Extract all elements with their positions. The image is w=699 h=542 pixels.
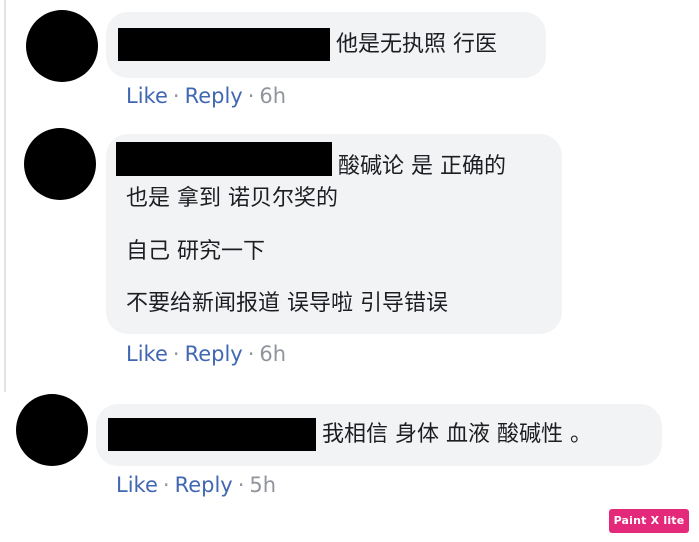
reply-link[interactable]: Reply bbox=[185, 84, 243, 108]
redacted-author-name[interactable] bbox=[118, 28, 330, 61]
comment-text: 自己 研究一下 bbox=[126, 239, 265, 264]
separator-dot: · bbox=[162, 473, 170, 497]
separator-dot: · bbox=[247, 342, 255, 366]
like-link[interactable]: Like bbox=[126, 342, 168, 366]
comment-text: 也是 拿到 诺贝尔奖的 bbox=[126, 186, 338, 211]
comment-bubble: 他是无执照 行医 bbox=[106, 12, 546, 78]
like-link[interactable]: Like bbox=[116, 473, 158, 497]
comment-bubble: 我相信 身体 血液 酸碱性 。 bbox=[96, 404, 662, 466]
avatar[interactable] bbox=[26, 10, 98, 82]
timestamp[interactable]: 6h bbox=[259, 84, 286, 108]
separator-dot: · bbox=[172, 342, 180, 366]
avatar[interactable] bbox=[24, 128, 96, 200]
comment-actions: Like · Reply · 5h bbox=[116, 471, 276, 499]
separator-dot: · bbox=[237, 473, 245, 497]
comment-text: 不要给新闻报道 误导啦 引导错误 bbox=[126, 291, 448, 316]
timestamp[interactable]: 5h bbox=[249, 473, 276, 497]
comment-actions: Like · Reply · 6h bbox=[126, 340, 286, 368]
comment-text: 他是无执照 行医 bbox=[336, 32, 497, 57]
reply-link[interactable]: Reply bbox=[175, 473, 233, 497]
separator-dot: · bbox=[247, 84, 255, 108]
paint-x-lite-watermark: Paint X lite bbox=[609, 509, 689, 533]
comment-text: 酸碱论 是 正确的 bbox=[338, 154, 506, 179]
comment-actions: Like · Reply · 6h bbox=[126, 82, 286, 110]
reply-link[interactable]: Reply bbox=[185, 342, 243, 366]
comment-bubble: 酸碱论 是 正确的 也是 拿到 诺贝尔奖的 自己 研究一下 不要给新闻报道 误导… bbox=[106, 134, 562, 334]
separator-dot: · bbox=[172, 84, 180, 108]
redacted-author-name[interactable] bbox=[108, 418, 316, 451]
like-link[interactable]: Like bbox=[126, 84, 168, 108]
avatar[interactable] bbox=[16, 394, 88, 466]
timestamp[interactable]: 6h bbox=[259, 342, 286, 366]
comment-text: 我相信 身体 血液 酸碱性 。 bbox=[322, 422, 592, 447]
thread-line bbox=[4, 0, 6, 392]
redacted-author-name[interactable] bbox=[116, 142, 332, 176]
